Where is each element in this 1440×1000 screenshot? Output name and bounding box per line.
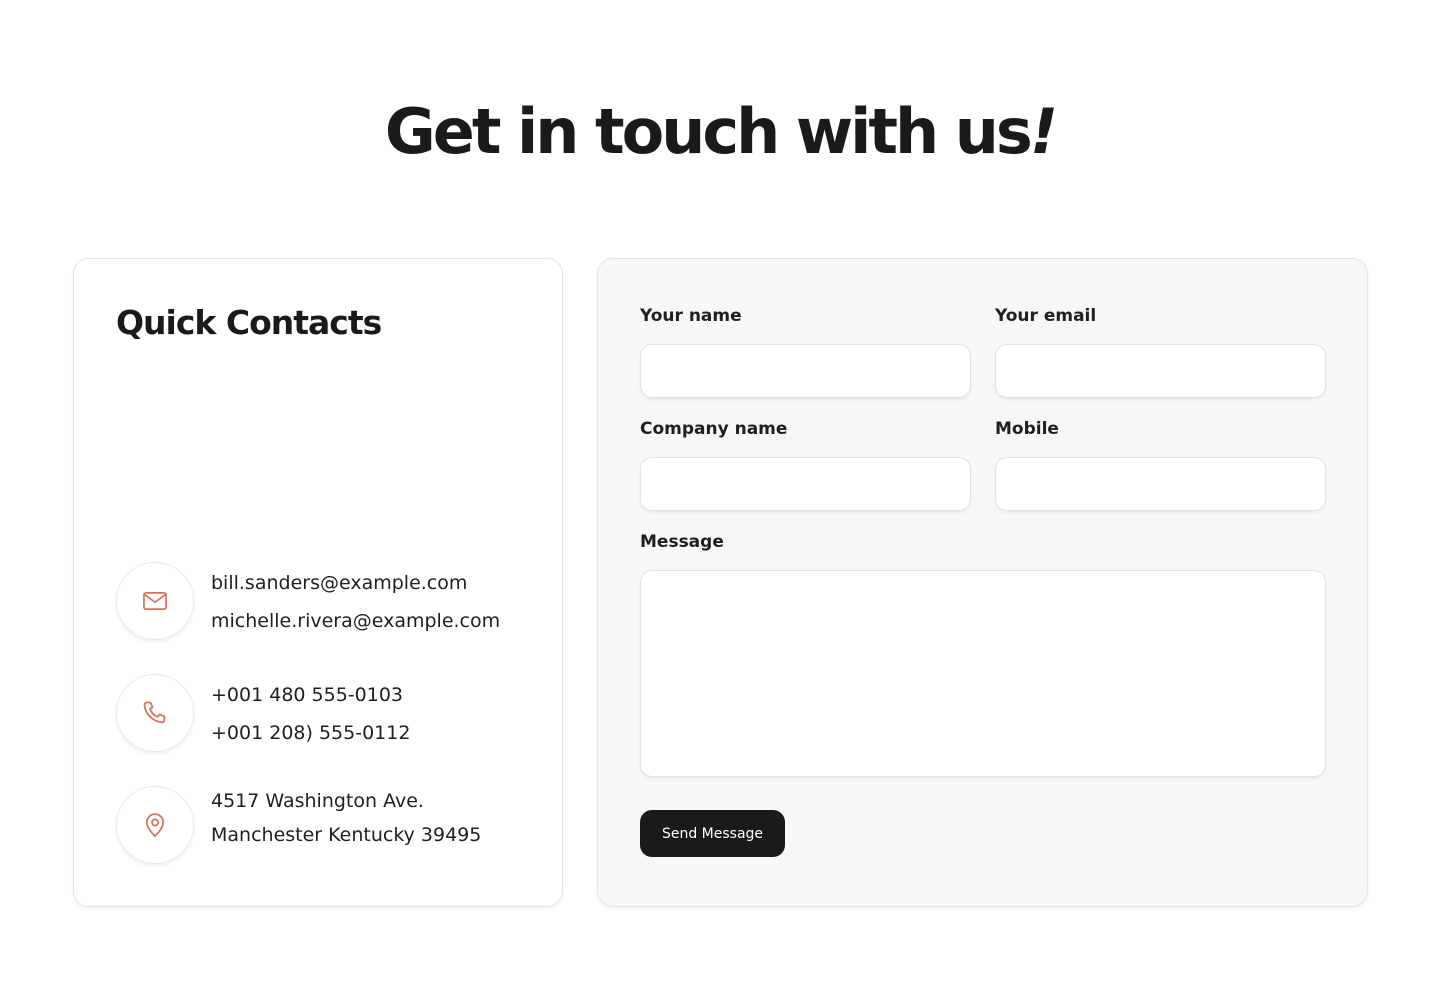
contact-address-row: 4517 Washington Ave. Manchester Kentucky… [116, 786, 536, 866]
contact-phone-row: +001 480 555-0103 +001 208) 555-0112 [116, 674, 536, 754]
message-label: Message [640, 532, 724, 552]
page-title: Get in touch with us! [0, 92, 1440, 172]
contact-email-primary[interactable]: bill.sanders@example.com [211, 570, 467, 596]
contact-address-line-1: 4517 Washington Ave. [211, 790, 424, 812]
company-name-label: Company name [640, 419, 788, 439]
mobile-input[interactable] [995, 457, 1326, 511]
message-textarea[interactable] [640, 570, 1326, 777]
contact-phone-secondary[interactable]: +001 208) 555-0112 [211, 720, 410, 746]
quick-contacts-title: Quick Contacts [116, 303, 382, 342]
page-title-exclamation: ! [1029, 95, 1058, 168]
contact-address-line-2: Manchester Kentucky 39495 [211, 824, 482, 846]
your-email-input[interactable] [995, 344, 1326, 398]
your-email-label: Your email [995, 306, 1097, 326]
mobile-label: Mobile [995, 419, 1059, 439]
map-pin-icon [116, 786, 194, 864]
company-name-input[interactable] [640, 457, 971, 511]
your-name-input[interactable] [640, 344, 971, 398]
mail-icon [116, 562, 194, 640]
contact-email-secondary[interactable]: michelle.rivera@example.com [211, 608, 500, 634]
send-message-button[interactable]: Send Message [640, 810, 785, 857]
page-title-text: Get in touch with us [384, 95, 1033, 168]
your-name-label: Your name [640, 306, 742, 326]
contact-form-card: Your name Your email Company name Mobile… [597, 258, 1368, 907]
contact-email-row: bill.sanders@example.com michelle.rivera… [116, 562, 536, 642]
quick-contacts-card: Quick Contacts bill.sanders@example.com … [73, 258, 563, 907]
contact-phone-primary[interactable]: +001 480 555-0103 [211, 682, 403, 708]
phone-icon [116, 674, 194, 752]
